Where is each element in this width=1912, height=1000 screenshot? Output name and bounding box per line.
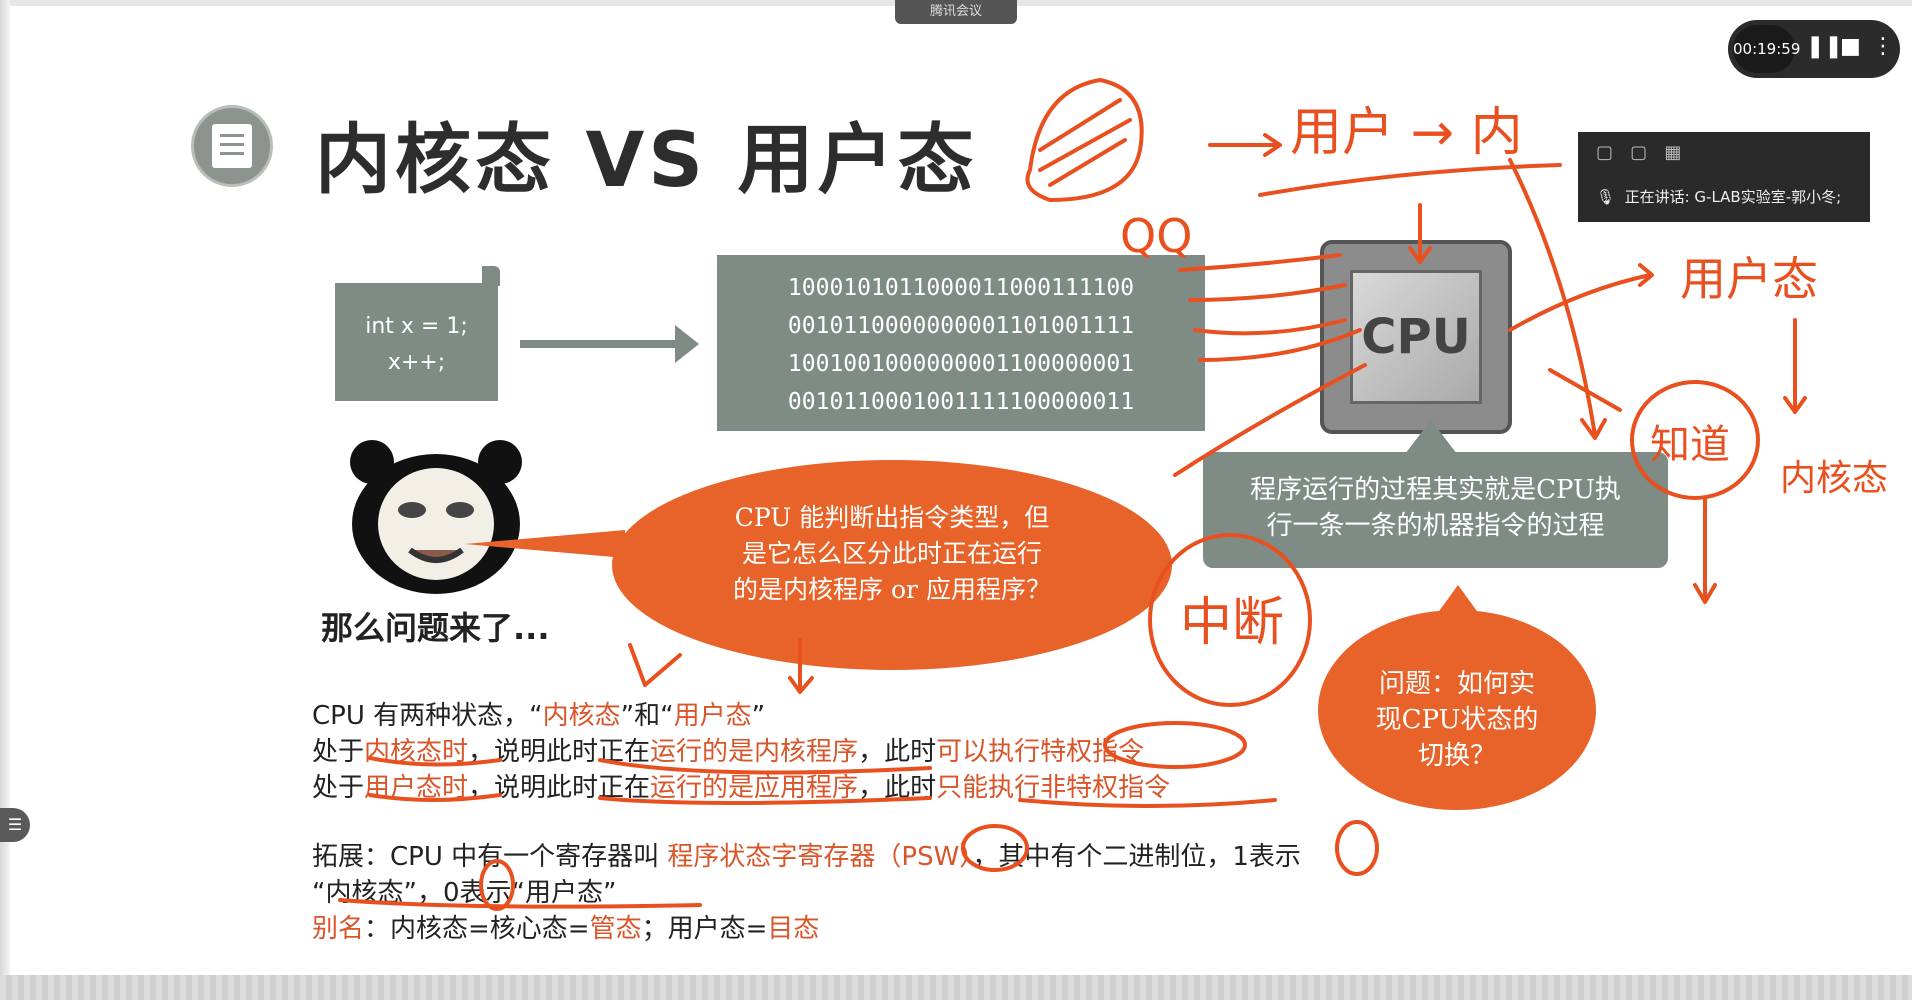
info-box-pointer	[1405, 420, 1457, 454]
arrow-mark	[1508, 263, 1654, 332]
text-line-1: CPU 有两种状态，“内核态”和“用户态”	[312, 695, 765, 732]
text-line-4: 拓展：CPU 中有一个寄存器叫 程序状态字寄存器（PSW），其中有个二进制位，1…	[312, 836, 1301, 873]
scribble-mark	[1038, 98, 1132, 187]
text-seg: 拓展：CPU 中有一个寄存器叫	[312, 842, 668, 872]
text-seg: ”	[751, 701, 766, 731]
text-line-3: 处于用户态时，说明此时正在运行的是应用程序，此时只能执行非特权指令	[312, 767, 1170, 804]
text-line-2: 处于内核态时，说明此时正在运行的是内核程序，此时可以执行特权指令	[312, 731, 1144, 768]
arrow-head	[675, 325, 699, 363]
text-seg: ，其中有个二进制位，1表示	[972, 842, 1301, 872]
question-line: 问题：如何实	[1378, 669, 1535, 699]
circle-mark	[1335, 820, 1379, 876]
document-icon	[191, 105, 273, 187]
question-line: 切换？	[1417, 741, 1496, 771]
arrow-mark	[1208, 133, 1282, 157]
underline-mark	[1258, 163, 1562, 197]
text-seg: CPU 有两种状态，“	[312, 701, 543, 731]
bubble-line: CPU 能判断出指令类型，但	[734, 503, 1050, 532]
text-seg-highlight: 内核态	[542, 701, 621, 731]
text-seg-highlight: 运行的是内核程序	[650, 737, 859, 767]
handwriting-user-to-kernel: 用户 → 内	[1290, 103, 1523, 163]
question-line: 现CPU状态的	[1375, 705, 1539, 735]
arrow-mark	[1783, 318, 1807, 414]
binary-line: 0010110001001111100000011	[787, 389, 1135, 415]
panda-meme-image	[350, 440, 522, 594]
text-seg-highlight: 目态	[767, 914, 820, 944]
more-icon[interactable]: ⋮	[1872, 35, 1894, 59]
text-seg: 处于	[312, 773, 365, 803]
cpu-label: CPU	[1350, 270, 1482, 404]
text-seg-highlight: 运行的是应用程序	[650, 773, 859, 803]
text-seg-highlight: 别名	[312, 914, 365, 944]
window-left-edge	[0, 0, 10, 1000]
bubble-line: 的是内核程序 or 应用程序？	[733, 575, 1051, 604]
menu-icon: ☰	[7, 815, 23, 834]
text-seg: ，此时	[858, 737, 937, 767]
text-seg-highlight: 内核态时	[364, 737, 469, 767]
text-seg: ，说明此时正在	[468, 737, 651, 767]
slide-title: 内核态 VS 用户态	[315, 115, 978, 204]
text-seg-highlight: 用户态	[673, 701, 752, 731]
stop-icon[interactable]: ■	[1840, 35, 1861, 59]
bubble-tail	[465, 530, 625, 558]
text-seg-highlight: 只能执行非特权指令	[936, 773, 1171, 803]
arrow-right-icon	[520, 340, 680, 348]
scribble-mark	[1025, 78, 1144, 202]
pause-icon[interactable]: ❚❚	[1806, 35, 1843, 59]
code-line: int x = 1;	[365, 314, 468, 339]
meeting-title-pill[interactable]: 腾讯会议	[895, 0, 1017, 24]
text-seg: ；用户态=	[641, 914, 768, 944]
text-seg: ：内核态=核心态=	[364, 914, 590, 944]
code-box: int x = 1; x++;	[335, 283, 498, 401]
handwriting-user-state: 用户态	[1680, 252, 1818, 306]
info-box: 程序运行的过程其实就是CPU执 行一条一条的机器指令的过程	[1203, 452, 1668, 568]
handwriting-kernel-state: 内核态	[1780, 458, 1888, 499]
binary-line: 1001001000000001100000001	[787, 351, 1135, 377]
text-seg-highlight: 可以执行特权指令	[936, 737, 1145, 767]
text-seg-highlight: 用户态时	[364, 773, 469, 803]
text-seg: ，说明此时正在	[468, 773, 651, 803]
handwriting-interrupt: 中断	[1180, 593, 1284, 653]
speaking-text: 正在讲话: G-LAB实验室-郭小冬;	[1624, 188, 1842, 206]
bottom-strip	[0, 975, 1912, 1000]
info-line: 程序运行的过程其实就是CPU执	[1250, 475, 1621, 505]
text-seg-highlight: 管态	[589, 914, 642, 944]
machine-code-box: 1000101011000011000111100 00101100000000…	[717, 255, 1205, 431]
text-seg: ，此时	[858, 773, 937, 803]
recording-timer: 00:19:59	[1733, 25, 1800, 73]
bubble-line: 是它怎么区分此时正在运行	[741, 539, 1042, 568]
text-line-6: 别名：内核态=核心态=管态；用户态=目态	[312, 908, 819, 945]
arrow-mark	[628, 643, 682, 687]
speaking-indicator: 🎙 正在讲话: G-LAB实验室-郭小冬;	[1596, 188, 1842, 206]
speaker-toolbar-icons[interactable]: ▢ ▢ ▦	[1596, 142, 1681, 163]
text-line-5: “内核态”，0表示“用户态”	[312, 872, 616, 909]
question-bubble: 问题：如何实 现CPU状态的 切换？	[1318, 610, 1596, 810]
code-line: x++;	[387, 350, 446, 375]
text-seg-highlight: 程序状态字寄存器（PSW）	[667, 842, 973, 872]
speech-bubble: CPU 能判断出指令类型，但 是它怎么区分此时正在运行 的是内核程序 or 应用…	[612, 460, 1172, 670]
info-line: 行一条一条的机器指令的过程	[1266, 511, 1605, 541]
arrow-mark	[1693, 498, 1717, 604]
side-menu-tab[interactable]: ☰	[0, 808, 30, 842]
text-seg: ”和“	[620, 701, 674, 731]
text-seg: 处于	[312, 737, 365, 767]
arrow-mark	[1548, 368, 1622, 412]
binary-line: 0010110000000001101001111	[787, 313, 1135, 339]
panda-caption: 那么问题来了...	[321, 609, 550, 647]
text-seg: “内核态”，0表示“用户态”	[312, 878, 617, 908]
binary-line: 1000101011000011000111100	[787, 275, 1135, 301]
